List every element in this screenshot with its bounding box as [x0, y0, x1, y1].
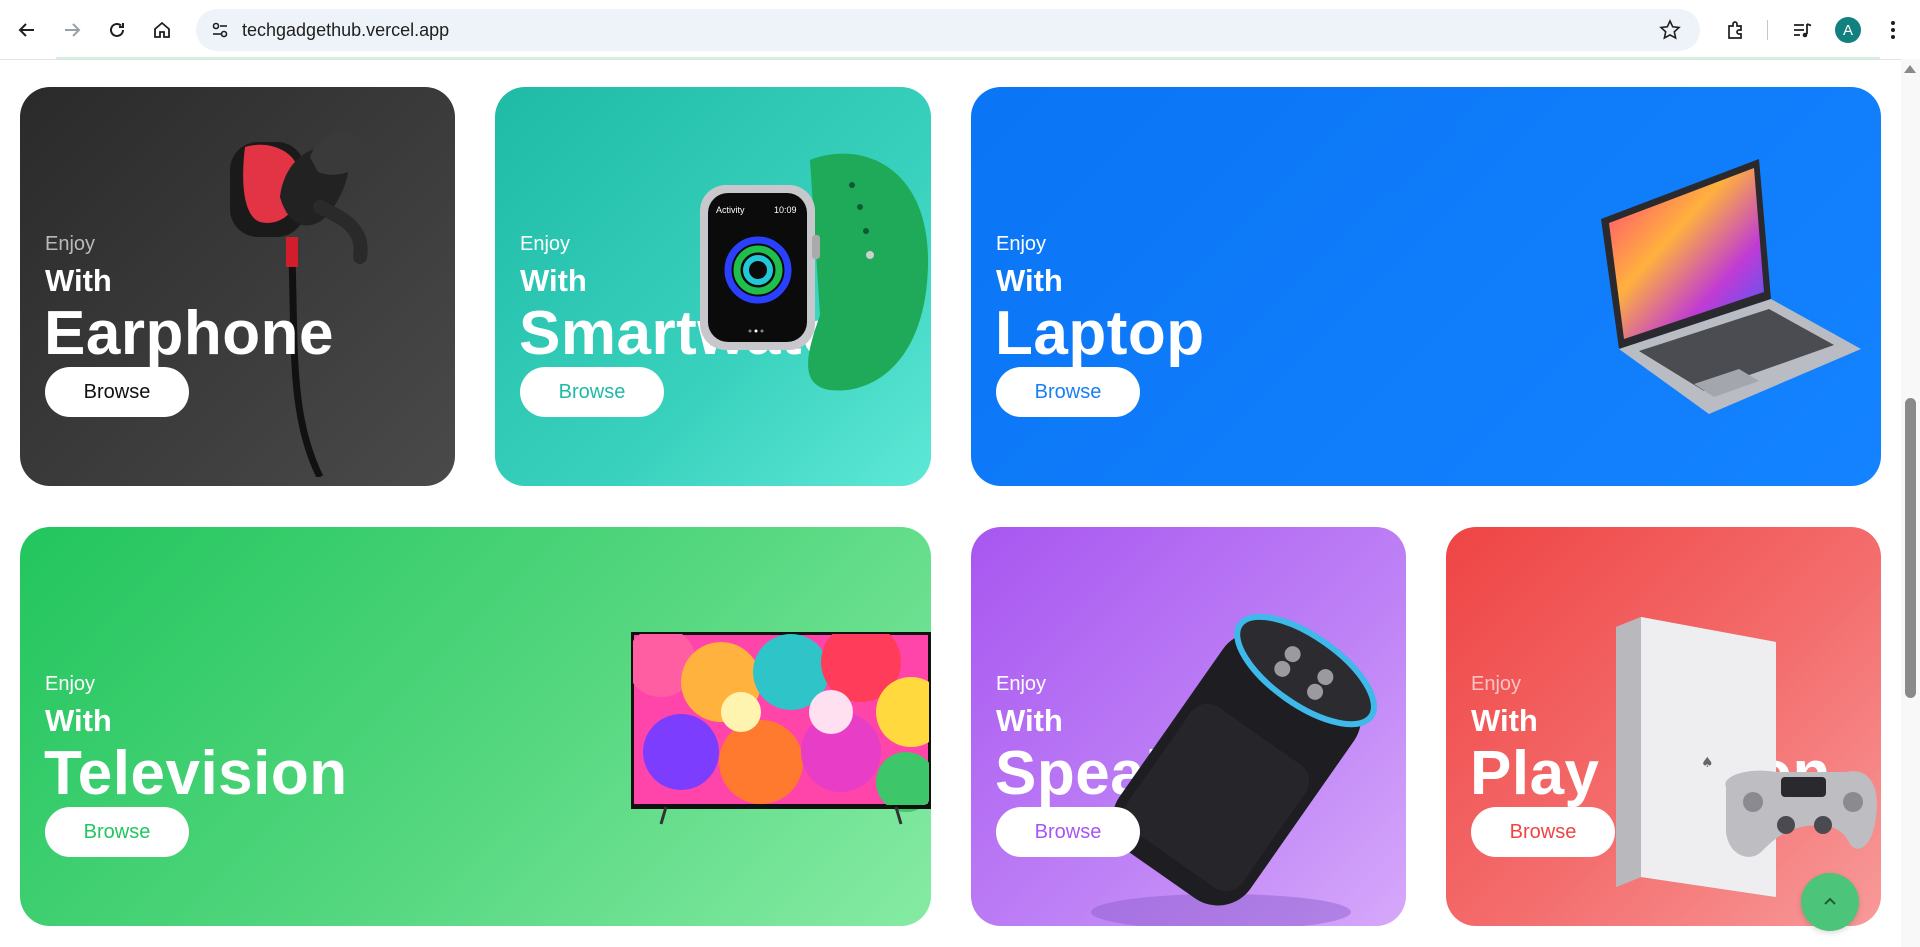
category-card-earphone: Enjoy With Earphone Browse	[20, 87, 455, 486]
card-kicker: Enjoy	[45, 673, 96, 695]
home-button[interactable]	[145, 13, 179, 47]
profile-button[interactable]: A	[1831, 13, 1865, 47]
address-bar[interactable]: techgadgethub.vercel.app	[196, 9, 1700, 51]
browse-button-smartwatch[interactable]: Browse	[520, 367, 664, 417]
card-title: Earphone	[44, 299, 334, 368]
card-subtitle: With	[520, 263, 587, 298]
scroll-up-arrow-icon[interactable]	[1904, 65, 1916, 73]
browse-button-playstation[interactable]: Browse	[1471, 807, 1615, 857]
back-button[interactable]	[10, 13, 44, 47]
browser-menu-button[interactable]	[1876, 13, 1910, 47]
category-card-smartwatch: Enjoy With Smartwatch Activity 10:09 Bro…	[495, 87, 931, 486]
back-arrow-icon	[18, 23, 34, 37]
site-settings-icon	[212, 22, 228, 38]
card-subtitle: With	[996, 263, 1063, 298]
bookmark-button[interactable]	[1658, 18, 1682, 42]
forward-button[interactable]	[55, 13, 89, 47]
browse-button-laptop[interactable]: Browse	[996, 367, 1140, 417]
browser-toolbar: techgadgethub.vercel.app A	[0, 0, 1920, 60]
category-card-speaker: Enjoy With Speaker Browse	[971, 527, 1406, 926]
media-controls-button[interactable]	[1785, 13, 1819, 47]
category-card-television: Enjoy With Television Browse	[20, 527, 931, 926]
category-card-playstation: Enjoy With Play Station ♠ Browse	[1446, 527, 1881, 926]
media-controls-icon	[1794, 23, 1812, 38]
scrollbar-thumb[interactable]	[1905, 398, 1916, 698]
page-scrollbar[interactable]	[1901, 59, 1920, 947]
svg-text:♠: ♠	[1701, 755, 1714, 771]
card-kicker: Enjoy	[996, 233, 1047, 255]
smartwatch-image: Activity 10:09	[700, 153, 929, 391]
scroll-to-top-button[interactable]	[1801, 873, 1859, 931]
laptop-image	[1601, 159, 1861, 414]
playstation-image: ♠	[1616, 617, 1877, 897]
bookmark-star-icon	[1659, 19, 1681, 40]
extensions-button[interactable]	[1719, 13, 1753, 47]
forward-arrow-icon	[65, 23, 81, 37]
card-subtitle: With	[45, 703, 112, 738]
avatar: A	[1835, 17, 1861, 43]
card-kicker: Enjoy	[1471, 673, 1522, 695]
earphone-image	[230, 132, 368, 477]
card-title: Laptop	[995, 299, 1205, 368]
browse-button-speaker[interactable]: Browse	[996, 807, 1140, 857]
extensions-icon	[1728, 21, 1742, 39]
card-kicker: Enjoy	[45, 233, 96, 255]
page-top-border	[56, 57, 1880, 59]
url-text[interactable]: techgadgethub.vercel.app	[242, 20, 449, 41]
card-subtitle: With	[1471, 703, 1538, 738]
menu-kebab-icon	[1891, 21, 1895, 39]
card-title: Television	[44, 739, 348, 808]
card-kicker: Enjoy	[996, 673, 1047, 695]
toolbar-divider	[1767, 20, 1768, 40]
site-settings-button[interactable]	[208, 18, 232, 42]
watch-app-name: Activity	[716, 205, 745, 215]
chevron-up-icon	[1824, 897, 1836, 905]
card-subtitle: With	[996, 703, 1063, 738]
television-image	[631, 632, 931, 825]
reload-icon	[110, 22, 124, 37]
card-kicker: Enjoy	[520, 233, 571, 255]
speaker-image	[1091, 613, 1377, 926]
reload-button[interactable]	[100, 13, 134, 47]
card-subtitle: With	[45, 263, 112, 298]
browse-button-television[interactable]: Browse	[45, 807, 189, 857]
category-card-laptop: Enjoy With Laptop Browse	[971, 87, 1881, 486]
browse-button-earphone[interactable]: Browse	[45, 367, 189, 417]
home-icon	[154, 21, 170, 38]
watch-time: 10:09	[774, 205, 797, 215]
